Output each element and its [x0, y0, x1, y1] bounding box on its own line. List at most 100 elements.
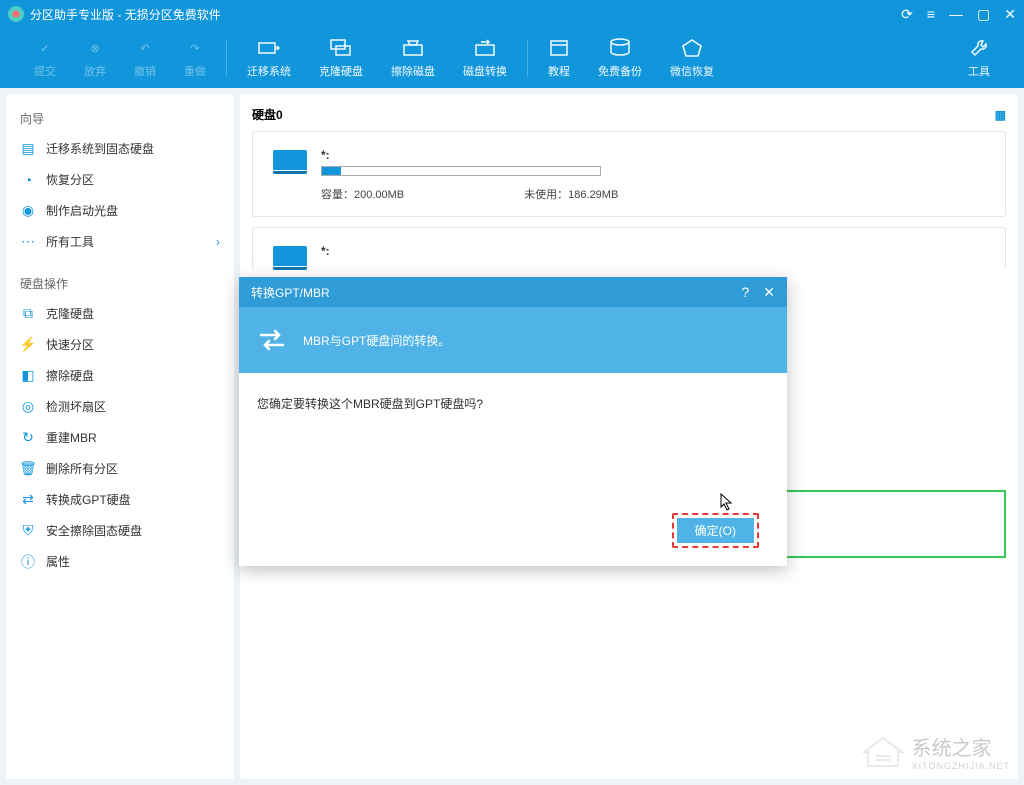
sidebar-item-bootdisk[interactable]: ◉ 制作启动光盘 [6, 195, 234, 226]
dialog-title: 转换GPT/MBR [251, 284, 330, 301]
commit-button: ✓提交 [20, 37, 70, 79]
more-icon: ⋯ [20, 234, 36, 250]
partition-card[interactable]: *: 容量：200.00MB 未使用：186.29MB [252, 131, 1006, 217]
sidebar-item-quick-partition[interactable]: ⚡ 快速分区 [6, 329, 234, 360]
scan-icon: ◎ [20, 399, 36, 415]
sidebar-item-label: 删除所有分区 [46, 460, 118, 477]
drive-icon [273, 150, 307, 170]
sidebar: 向导 ▤迁移系统到固态硬盘 ◔恢复分区 ◉制作启动光盘 ⋯所有工具› 硬盘操作 … [6, 94, 234, 779]
view-mode-icon[interactable]: ▦ [995, 108, 1006, 122]
unused-text: 未使用：186.29MB [524, 186, 618, 202]
wipe-icon [402, 37, 424, 59]
ssd-icon: ▤ [20, 141, 36, 157]
sidebar-item-label: 迁移系统到固态硬盘 [46, 140, 154, 157]
dialog-titlebar: 转换GPT/MBR ? ✕ [239, 277, 787, 307]
wechat-icon [681, 37, 703, 59]
close-icon[interactable]: ✕ [763, 284, 775, 301]
migrate-icon [258, 37, 280, 59]
sidebar-item-properties[interactable]: ⓘ 属性 [6, 546, 234, 577]
usage-bar [321, 166, 601, 176]
wechat-recover-button[interactable]: 微信恢复 [656, 37, 728, 79]
sidebar-item-clone-disk[interactable]: ⧉ 克隆硬盘 [6, 298, 234, 329]
cancel-icon: ⊗ [84, 37, 106, 59]
convert-disk-button[interactable]: 磁盘转换 [449, 37, 521, 79]
menu-icon[interactable]: ≡ [927, 6, 935, 22]
sidebar-item-label: 克隆硬盘 [46, 305, 94, 322]
migrate-system-button[interactable]: 迁移系统 [233, 37, 305, 79]
maximize-icon[interactable]: ▢ [977, 6, 990, 23]
convert-icon [474, 37, 496, 59]
chevron-right-icon: › [216, 235, 220, 249]
convert-gpt-mbr-dialog: 转换GPT/MBR ? ✕ MBR与GPT硬盘间的转换。 您确定要转换这个MBR… [239, 277, 787, 566]
swap-icon [257, 325, 287, 355]
drive-icon [273, 246, 307, 266]
info-icon: ⓘ [20, 554, 36, 570]
titlebar: 分区助手专业版 - 无损分区免费软件 ⟳ ≡ — ▢ ✕ [0, 0, 1024, 28]
app-icon [8, 6, 24, 22]
discard-button: ⊗放弃 [70, 37, 120, 79]
trash-icon: 🗑 [20, 461, 36, 477]
toolbar: ✓提交 ⊗放弃 ↶撤销 ↷重做 迁移系统 克隆硬盘 擦除磁盘 磁盘转换 教程 免… [0, 28, 1024, 88]
sidebar-item-convert-gpt[interactable]: ⇄ 转换成GPT硬盘 [6, 484, 234, 515]
backup-button[interactable]: 免费备份 [584, 37, 656, 79]
dialog-header: MBR与GPT硬盘间的转换。 [239, 307, 787, 373]
disk-header: 硬盘0 ▦ [252, 102, 1006, 131]
partition-label: *: [321, 148, 985, 162]
wipe-disk-button[interactable]: 擦除磁盘 [377, 37, 449, 79]
sidebar-item-rebuild-mbr[interactable]: ↻ 重建MBR [6, 422, 234, 453]
sidebar-item-delete-all[interactable]: 🗑 删除所有分区 [6, 453, 234, 484]
dialog-message: 您确定要转换这个MBR硬盘到GPT硬盘吗? [257, 397, 483, 411]
redo-button: ↷重做 [170, 37, 220, 79]
sidebar-item-label: 安全擦除固态硬盘 [46, 522, 142, 539]
close-icon[interactable]: ✕ [1004, 6, 1016, 23]
backup-icon [609, 37, 631, 59]
shield-icon: ⛨ [20, 523, 36, 539]
dialog-body: 您确定要转换这个MBR硬盘到GPT硬盘吗? [239, 373, 787, 513]
sidebar-item-label: 恢复分区 [46, 171, 94, 188]
minimize-icon[interactable]: — [949, 6, 963, 22]
clone-disk-button[interactable]: 克隆硬盘 [305, 37, 377, 79]
tutorial-button[interactable]: 教程 [534, 37, 584, 79]
house-icon [862, 736, 904, 768]
wizard-section-title: 向导 [6, 102, 234, 133]
sidebar-item-label: 制作启动光盘 [46, 202, 118, 219]
sidebar-item-label: 擦除硬盘 [46, 367, 94, 384]
tools-button[interactable]: 工具 [954, 37, 1004, 79]
undo-icon: ↶ [134, 37, 156, 59]
diskops-section-title: 硬盘操作 [6, 267, 234, 298]
partition-label: *: [321, 244, 985, 258]
sidebar-item-bad-sector[interactable]: ◎ 检测坏扇区 [6, 391, 234, 422]
clone-icon: ⧉ [20, 306, 36, 322]
disc-icon: ◉ [20, 203, 36, 219]
sidebar-item-secure-wipe[interactable]: ⛨ 安全擦除固态硬盘 [6, 515, 234, 546]
watermark: 系统之家 XITONGZHIJIA.NET [862, 732, 1010, 771]
sidebar-item-label: 转换成GPT硬盘 [46, 491, 131, 508]
swap-icon: ⇄ [20, 492, 36, 508]
ok-button[interactable]: 确定(O) [677, 518, 754, 543]
sidebar-item-label: 所有工具 [46, 233, 94, 250]
sidebar-item-migrate-ssd[interactable]: ▤ 迁移系统到固态硬盘 [6, 133, 234, 164]
redo-icon: ↷ [184, 37, 206, 59]
sidebar-item-all-tools[interactable]: ⋯ 所有工具 › [6, 226, 234, 257]
partition-card[interactable]: *: [252, 227, 1006, 270]
bolt-icon: ⚡ [20, 337, 36, 353]
sidebar-item-label: 检测坏扇区 [46, 398, 106, 415]
ok-button-highlight: 确定(O) [672, 513, 759, 548]
refresh-icon[interactable]: ⟳ [901, 6, 913, 23]
sidebar-item-recover[interactable]: ◔ 恢复分区 [6, 164, 234, 195]
sidebar-item-wipe-disk[interactable]: ◧ 擦除硬盘 [6, 360, 234, 391]
help-icon[interactable]: ? [741, 284, 749, 300]
sidebar-item-label: 重建MBR [46, 429, 97, 446]
capacity-text: 容量：200.00MB [321, 186, 404, 202]
book-icon [548, 37, 570, 59]
dialog-header-text: MBR与GPT硬盘间的转换。 [303, 332, 450, 349]
undo-button: ↶撤销 [120, 37, 170, 79]
refresh-icon: ↻ [20, 430, 36, 446]
eraser-icon: ◧ [20, 368, 36, 384]
sidebar-item-label: 属性 [46, 553, 70, 570]
wrench-icon [968, 37, 990, 59]
clone-icon [330, 37, 352, 59]
sidebar-item-label: 快速分区 [46, 336, 94, 353]
pie-icon: ◔ [20, 172, 36, 188]
check-icon: ✓ [34, 37, 56, 59]
